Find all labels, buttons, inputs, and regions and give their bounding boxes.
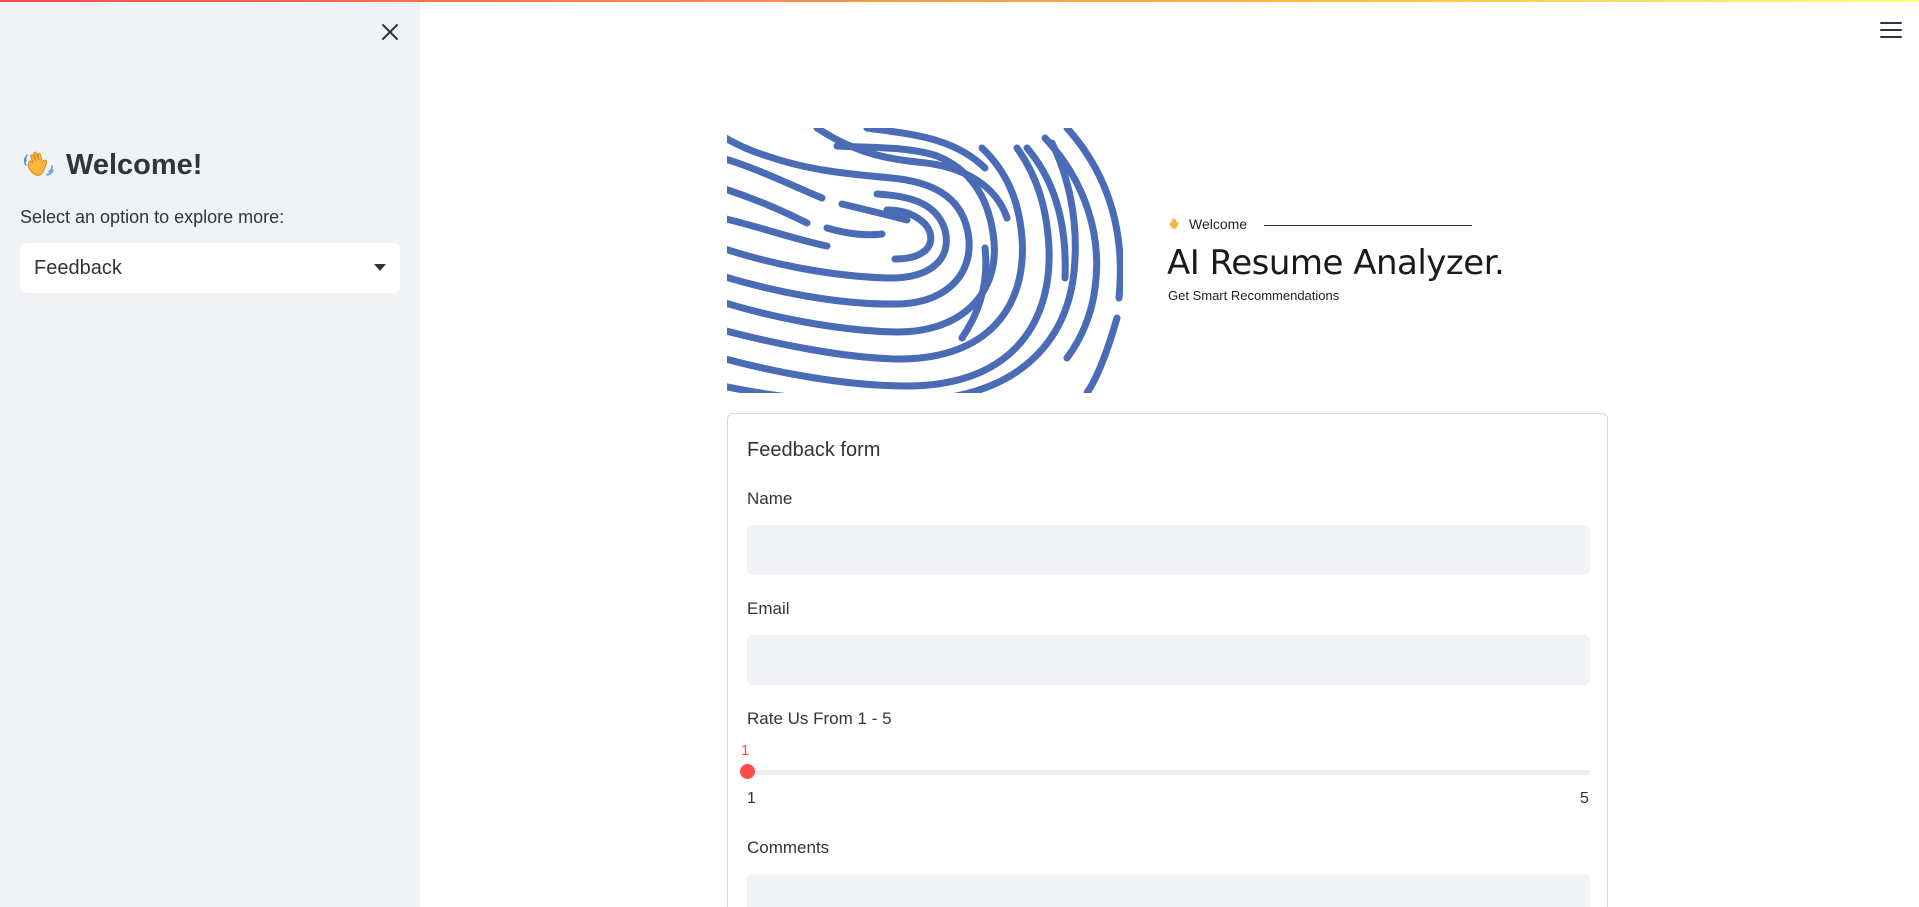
close-icon xyxy=(382,24,398,40)
sidebar: Welcome! Select an option to explore mor… xyxy=(0,0,420,907)
waving-hand-icon xyxy=(23,151,54,176)
comments-label: Comments xyxy=(747,838,830,857)
form-title: Feedback form xyxy=(747,439,881,461)
sidebar-heading: Welcome! xyxy=(22,148,202,182)
comments-field[interactable] xyxy=(747,874,1590,907)
rating-slider-value: 1 xyxy=(741,742,750,759)
select-label: Select an option to explore more: xyxy=(20,207,285,227)
fingerprint-icon xyxy=(727,128,1123,393)
main-menu-button[interactable] xyxy=(1880,22,1902,40)
rating-label: Rate Us From 1 - 5 xyxy=(747,709,892,728)
header-decoration xyxy=(0,0,1919,2)
name-field[interactable] xyxy=(747,525,1590,575)
welcome-text: Welcome xyxy=(1189,216,1248,232)
option-select[interactable]: Feedback xyxy=(20,243,400,293)
name-label: Name xyxy=(747,489,793,508)
email-label: Email xyxy=(747,599,790,618)
rating-slider-thumb[interactable] xyxy=(740,764,755,779)
rating-slider-track[interactable] xyxy=(747,770,1590,775)
close-sidebar-button[interactable] xyxy=(378,20,402,44)
feedback-form: Feedback form Name Email Rate Us From 1 … xyxy=(727,413,1608,907)
divider xyxy=(1264,225,1472,226)
select-value: Feedback xyxy=(34,256,122,279)
rating-slider-min: 1 xyxy=(747,790,756,807)
sidebar-heading-text: Welcome! xyxy=(66,148,203,181)
rating-slider-max: 5 xyxy=(1580,790,1589,807)
banner-image: Welcome AI Resume Analyzer. Get Smart Re… xyxy=(727,128,1607,393)
banner-title: AI Resume Analyzer. xyxy=(1167,243,1505,283)
chevron-down-icon xyxy=(374,264,386,271)
email-field[interactable] xyxy=(747,635,1590,685)
hamburger-icon xyxy=(1880,22,1902,38)
welcome-label: Welcome xyxy=(1167,216,1247,232)
banner-subtitle: Get Smart Recommendations xyxy=(1168,288,1340,303)
waving-hand-icon xyxy=(1169,217,1179,229)
